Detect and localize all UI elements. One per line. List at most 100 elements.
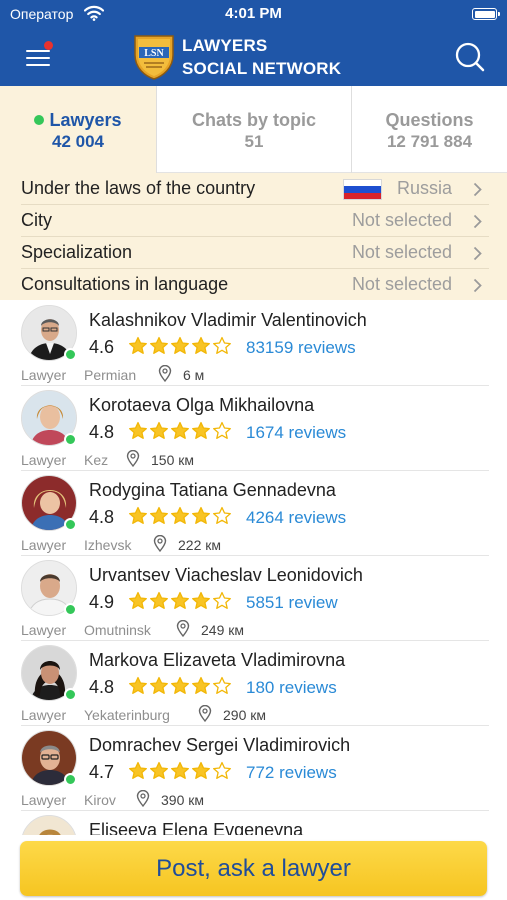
lawyer-list-item[interactable]: Domrachev Sergei Vladimirovich 4.7 772 r… — [0, 725, 507, 811]
tab-questions[interactable]: Questions 12 791 884 — [352, 86, 507, 173]
lawyer-name: Domrachev Sergei Vladimirovich — [89, 735, 351, 755]
filter-language-label: Consultations in language — [21, 274, 229, 294]
star-filled-icon — [171, 421, 189, 439]
lawyer-city: Kirov — [84, 792, 116, 808]
filter-language[interactable]: Consultations in language Not selected — [0, 269, 507, 301]
location-pin-icon — [153, 535, 167, 552]
location-pin-icon — [176, 620, 190, 637]
tab-lawyers-count: 42 004 — [52, 132, 104, 151]
lawyer-list-item[interactable]: Urvantsev Viacheslav Leonidovich 4.9 585… — [0, 555, 507, 641]
lawyer-rating: 4.6 — [89, 337, 115, 357]
tab-lawyers-label-wrap: Lawyers — [0, 110, 156, 131]
lawyer-distance: 222 км — [178, 537, 221, 553]
person-photo-icon — [22, 816, 76, 835]
tab-lawyers[interactable]: Lawyers 42 004 — [0, 86, 156, 173]
location-pin-icon — [158, 365, 172, 382]
filter-city[interactable]: City Not selected — [0, 205, 507, 237]
star-filled-icon — [171, 336, 189, 354]
lawyer-list-item[interactable]: Korotaeva Olga Mikhailovna 4.8 1674 revi… — [0, 385, 507, 471]
lawyer-distance: 150 км — [151, 452, 194, 468]
avatar[interactable] — [21, 305, 77, 361]
online-dot-icon — [34, 115, 45, 125]
avatar[interactable] — [21, 475, 77, 531]
star-filled-icon — [129, 761, 147, 779]
star-filled-icon — [171, 676, 189, 694]
chevron-right-icon — [473, 278, 482, 293]
star-filled-icon — [150, 591, 168, 609]
lawyer-list-item[interactable]: Kalashnikov Vladimir Valentinovich 4.6 8… — [0, 300, 507, 386]
tab-chats-label: Chats by topic — [191, 110, 316, 130]
search-icon[interactable] — [453, 40, 487, 74]
lawyer-list-item[interactable]: Eliseeva Elena Evgenevna — [0, 810, 507, 835]
filter-specialization-label: Specialization — [21, 242, 133, 262]
hamburger-menu-button[interactable] — [24, 41, 56, 71]
filter-language-value: Not selected — [351, 274, 452, 294]
star-rating — [128, 676, 233, 697]
lawyer-rating: 4.8 — [89, 677, 115, 697]
star-filled-icon — [129, 421, 147, 439]
online-status-icon — [64, 603, 77, 616]
filter-specialization[interactable]: Specialization Not selected — [0, 237, 507, 269]
filter-specialization-value: Not selected — [351, 242, 452, 262]
star-filled-icon — [192, 761, 210, 779]
star-filled-icon — [129, 506, 147, 524]
notification-dot-icon — [44, 41, 53, 50]
reviews-link[interactable]: 1674 reviews — [246, 423, 346, 443]
shield-logo-icon: LSN — [134, 35, 174, 80]
star-rating — [128, 506, 233, 527]
star-empty-icon — [213, 421, 231, 439]
lawyer-name: Rodygina Tatiana Gennadevna — [89, 480, 336, 500]
post-ask-lawyer-button[interactable]: Post, ask a lawyer — [20, 841, 487, 896]
avatar[interactable] — [21, 390, 77, 446]
reviews-link[interactable]: 772 reviews — [246, 763, 337, 783]
lawyer-role: Lawyer — [21, 707, 67, 723]
chevron-right-icon — [473, 182, 482, 197]
star-filled-icon — [129, 676, 147, 694]
star-rating — [128, 761, 233, 782]
lawyer-name: Eliseeva Elena Evgenevna — [89, 820, 304, 835]
avatar[interactable] — [21, 645, 77, 701]
online-status-icon — [64, 348, 77, 361]
reviews-link[interactable]: 180 reviews — [246, 678, 337, 698]
avatar[interactable] — [21, 560, 77, 616]
status-bar: Оператор 4:01 PM — [0, 0, 507, 27]
avatar[interactable] — [21, 815, 77, 835]
lawyer-role: Lawyer — [21, 452, 67, 468]
filter-country-label: Under the laws of the country — [21, 178, 256, 198]
lawyer-rating: 4.7 — [89, 762, 115, 782]
logo-mark-text: LSN — [144, 48, 164, 59]
lawyer-rating: 4.8 — [89, 507, 115, 527]
star-rating — [128, 591, 233, 612]
star-filled-icon — [150, 761, 168, 779]
location-pin-icon — [198, 705, 212, 722]
filters-panel: Under the laws of the country Russia Cit… — [0, 173, 507, 300]
star-filled-icon — [150, 676, 168, 694]
lawyer-list-item[interactable]: Markova Elizaveta Vladimirovna 4.8 180 r… — [0, 640, 507, 726]
star-rating — [128, 421, 233, 442]
tab-questions-label: Questions — [385, 110, 474, 130]
avatar[interactable] — [21, 730, 77, 786]
star-filled-icon — [150, 506, 168, 524]
lawyer-role: Lawyer — [21, 792, 67, 808]
star-filled-icon — [171, 761, 189, 779]
russia-flag-icon — [343, 179, 382, 200]
brand-line-1: LAWYERS — [182, 36, 268, 55]
reviews-link[interactable]: 5851 review — [246, 593, 338, 613]
star-filled-icon — [192, 591, 210, 609]
star-filled-icon — [150, 421, 168, 439]
lawyer-name: Korotaeva Olga Mikhailovna — [89, 395, 315, 415]
location-pin-icon — [126, 450, 140, 467]
lawyer-list-item[interactable]: Rodygina Tatiana Gennadevna 4.8 4264 rev… — [0, 470, 507, 556]
lawyer-photo — [21, 815, 77, 835]
lawyer-name: Urvantsev Viacheslav Leonidovich — [89, 565, 363, 585]
tab-chats-by-topic[interactable]: Chats by topic 51 — [157, 86, 351, 173]
lawyer-city: Permian — [84, 367, 137, 383]
tab-lawyers-label: Lawyers — [49, 110, 122, 130]
battery-icon — [472, 8, 500, 20]
reviews-link[interactable]: 83159 reviews — [246, 338, 356, 358]
star-rating — [128, 336, 233, 357]
filter-country[interactable]: Under the laws of the country Russia — [0, 173, 507, 205]
menu-line-icon — [26, 64, 50, 66]
clock: 4:01 PM — [225, 5, 282, 22]
reviews-link[interactable]: 4264 reviews — [246, 508, 346, 528]
